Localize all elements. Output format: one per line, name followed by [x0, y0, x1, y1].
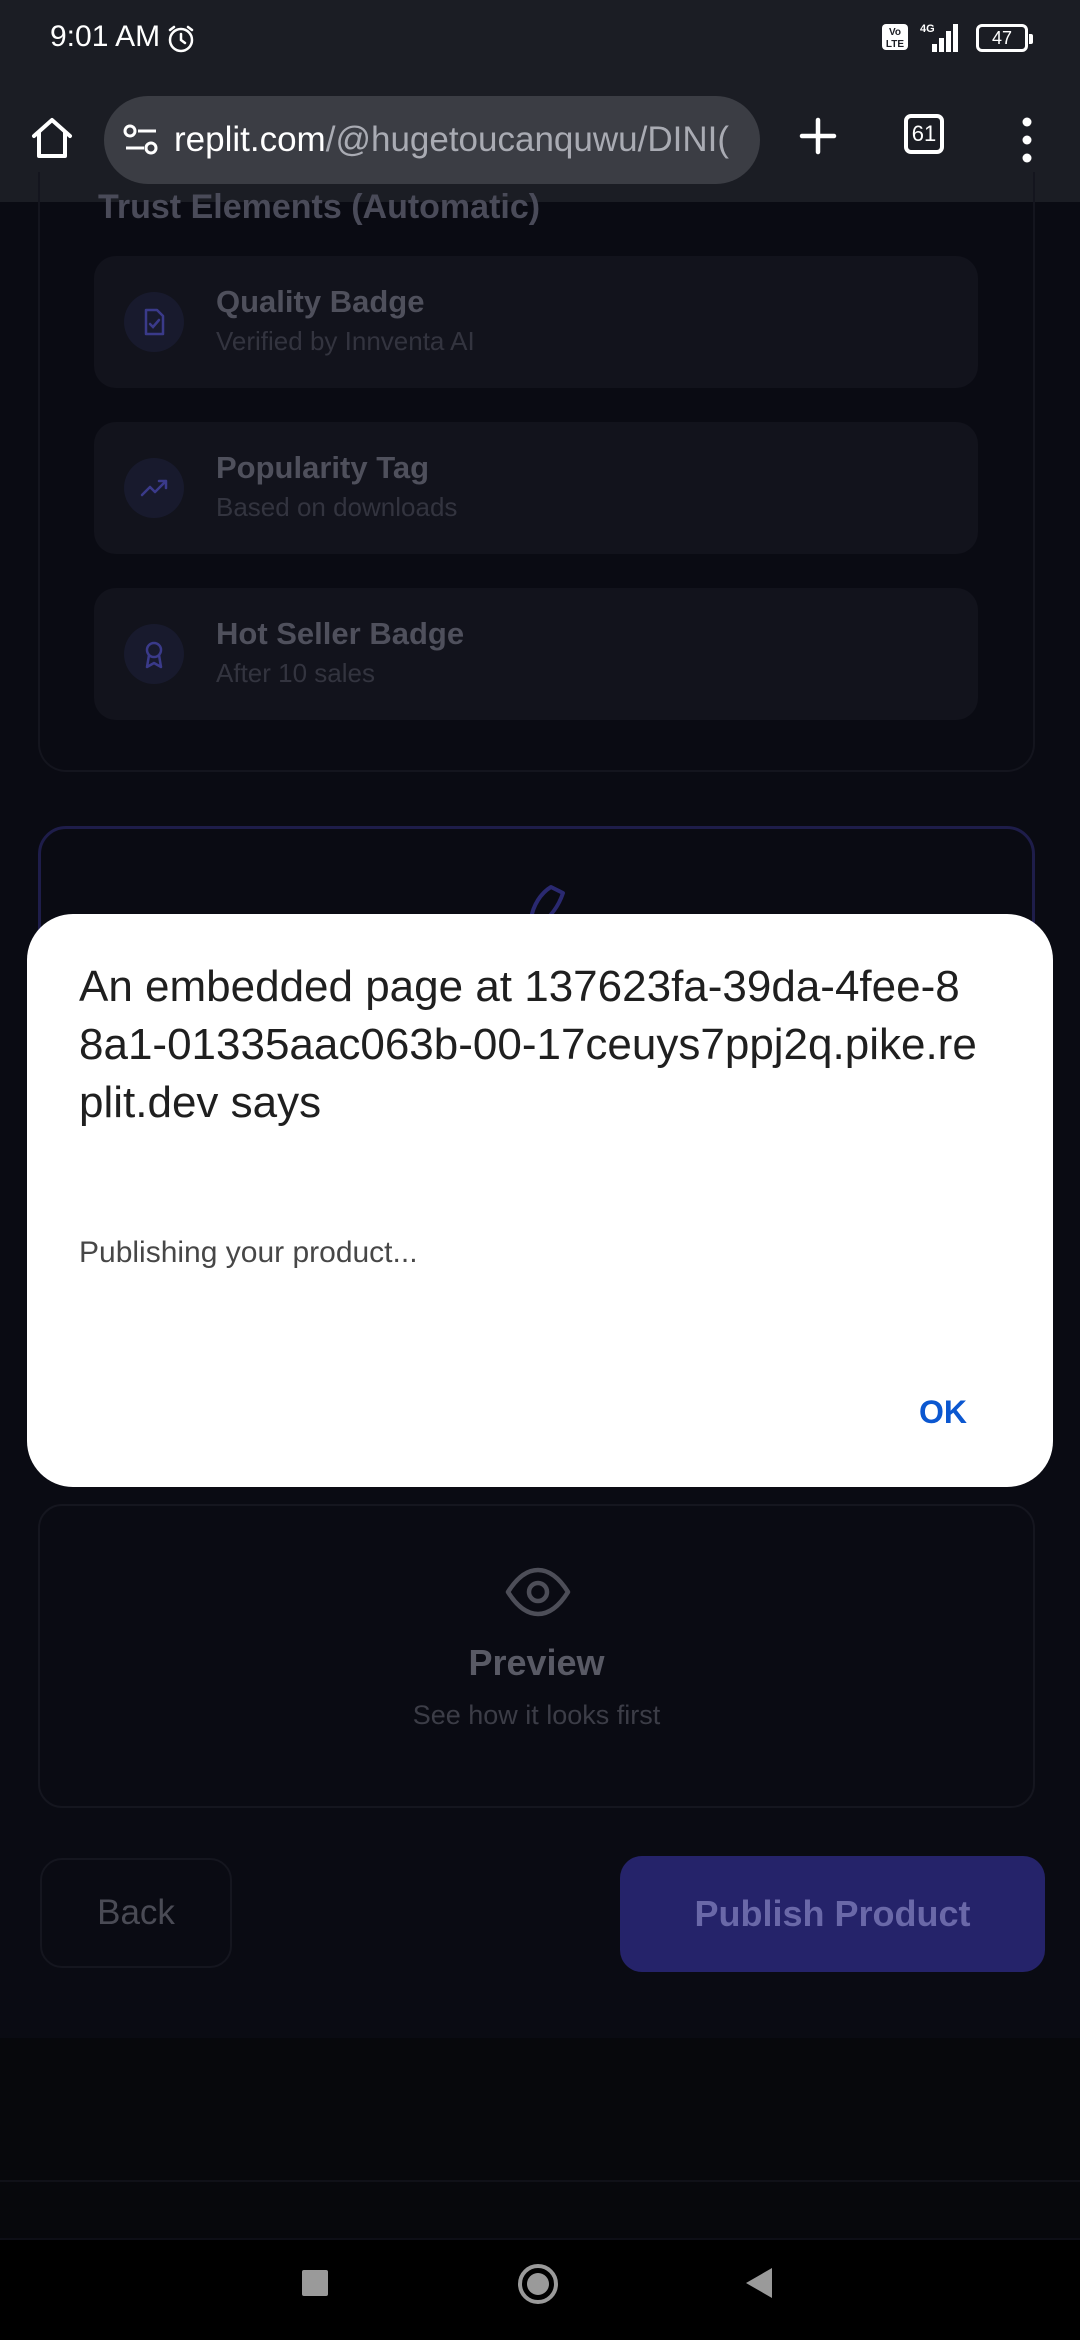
trust-subtitle: Based on downloads [216, 492, 458, 522]
signal-4g-icon: 4G [920, 23, 958, 52]
trust-card-quality: Quality Badge Verified by Innventa AI [94, 256, 978, 388]
status-time: 9:01 AM [50, 20, 161, 53]
svg-text:LTE: LTE [886, 39, 904, 50]
alert-dialog: An embedded page at 137623fa-39da-4fee-8… [27, 914, 1053, 1487]
back-nav-icon[interactable] [746, 2268, 772, 2298]
trust-title: Hot Seller Badge [216, 616, 465, 651]
new-tab-icon[interactable] [794, 112, 842, 160]
preview-card[interactable]: Preview See how it looks first [38, 1504, 1035, 1808]
document-check-icon [144, 308, 165, 336]
site-settings-icon[interactable] [122, 122, 160, 158]
tab-count: 61 [911, 121, 937, 146]
alarm-clock-icon [168, 25, 194, 53]
trust-card-hot-seller: Hot Seller Badge After 10 sales [94, 588, 978, 720]
trust-card-popularity: Popularity Tag Based on downloads [94, 422, 978, 554]
home-nav-icon[interactable] [518, 2264, 558, 2304]
volte-icon: Vo LTE [882, 24, 908, 50]
award-icon [145, 641, 163, 669]
more-menu-icon[interactable] [1012, 114, 1042, 166]
battery-level: 47 [991, 28, 1013, 48]
status-bar: 9:01 AM Vo LTE 4G 47 [0, 0, 1080, 78]
preview-title: Preview [468, 1642, 605, 1683]
trust-subtitle: Verified by Innventa AI [216, 326, 475, 356]
url-host: replit.com [174, 120, 326, 159]
network-type: 4G [920, 23, 935, 35]
recents-icon[interactable] [302, 2270, 328, 2296]
back-button[interactable]: Back [40, 1858, 232, 1968]
publish-product-button[interactable]: Publish Product [620, 1856, 1045, 1972]
tab-switcher-button[interactable]: 61 [904, 114, 944, 154]
address-bar[interactable]: replit.com/@hugetoucanquwu/DINI( [104, 96, 760, 184]
trust-subtitle: After 10 sales [216, 658, 375, 688]
page-footer [0, 2038, 1080, 2238]
divider [0, 2180, 1080, 2182]
dialog-title: An embedded page at 137623fa-39da-4fee-8… [79, 962, 977, 1127]
dialog-message: Publishing your product... [79, 1236, 418, 1269]
eye-icon [505, 1567, 571, 1617]
url-path: /@hugetoucanquwu/DINI( [325, 120, 729, 159]
svg-text:Vo: Vo [889, 27, 901, 38]
trust-title: Popularity Tag [216, 450, 430, 485]
trust-title: Quality Badge [216, 284, 425, 319]
preview-subtitle: See how it looks first [412, 1700, 661, 1730]
ok-button[interactable]: OK [885, 1374, 1001, 1450]
trending-up-icon [140, 479, 168, 497]
system-navigation-bar [0, 2240, 1080, 2340]
battery-icon: 47 [976, 24, 1033, 52]
home-icon[interactable] [28, 114, 76, 162]
url-text[interactable]: replit.com/@hugetoucanquwu/DINI( [174, 118, 746, 162]
section-heading: Trust Elements (Automatic) [98, 188, 541, 226]
